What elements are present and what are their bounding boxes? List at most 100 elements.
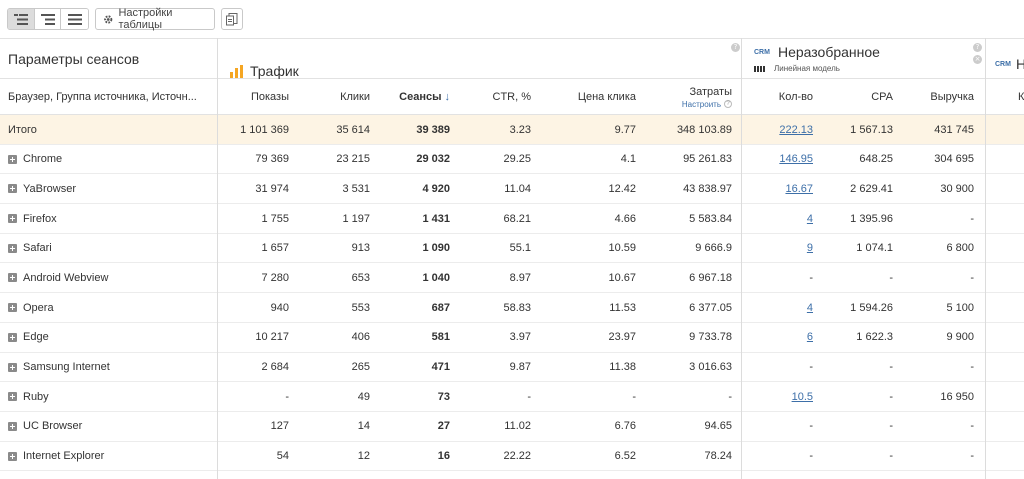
shows-cell: 54 [220, 442, 289, 471]
sessions-column-label: Сеансы [399, 91, 442, 103]
clicks-cell: 3 531 [289, 174, 370, 203]
ctr-cell: 9.87 [450, 353, 531, 382]
expand-plus-icon[interactable] [8, 303, 17, 313]
flat-list-icon [67, 13, 82, 25]
shows-value: 31 974 [255, 182, 289, 195]
traffic-help-icon[interactable]: ? [731, 43, 740, 52]
qty-cell[interactable]: 16.67 [744, 174, 813, 203]
expand-plus-icon[interactable] [8, 451, 17, 461]
qty-cell: - [744, 353, 813, 382]
table-row[interactable]: Ruby -49 73- - -10.5-16 950 [0, 382, 1024, 412]
revenue-cell: 16 950 [893, 382, 974, 411]
expand-plus-icon[interactable] [8, 273, 17, 283]
cpc-cell: 4.1 [531, 145, 636, 174]
cpa-value: 2 629.41 [850, 182, 893, 195]
table-row[interactable]: Internet Explorer 54 12 16 22.22 6.52 78.24- - - [0, 442, 1024, 472]
table-settings-button[interactable]: Настройки таблицы [95, 7, 215, 31]
shows-cell: 7 280 [220, 263, 289, 292]
attribution-model-line[interactable]: Линейная модель [754, 64, 982, 73]
table-row[interactable]: UC Browser 127 14 27 11.02 6.76 94.65- - - [0, 412, 1024, 442]
table-row[interactable]: Chrome 79 369 23 215 29 032 29.25 4.1 95 261.8… [0, 145, 1024, 175]
expand-plus-icon[interactable] [8, 421, 17, 431]
next-column-header[interactable]: К [1018, 79, 1024, 115]
revenue-cell: 5 100 [893, 293, 974, 322]
export-button[interactable] [221, 8, 243, 30]
dims-column-header[interactable]: Браузер, Группа источника, Источн... [8, 79, 208, 115]
attribution-model-icon [754, 65, 765, 72]
cost-value: - [728, 390, 732, 403]
cost-help-icon[interactable]: ? [724, 100, 732, 108]
ctr-cell: 22.22 [450, 442, 531, 471]
qty-cell[interactable]: 146.95 [744, 145, 813, 174]
ctr-value: 58.83 [503, 301, 531, 314]
ctr-cell: 11.04 [450, 174, 531, 203]
qty-value[interactable]: 146.95 [779, 153, 813, 165]
cost-configure-link[interactable]: Настроить [682, 100, 721, 109]
flat-view-button[interactable] [61, 9, 88, 29]
clicks-value: 553 [351, 301, 370, 314]
indent-view-button[interactable] [34, 9, 62, 29]
total-row[interactable]: Итого 1 101 369 35 614 39 389 3.23 9.77 348 10… [0, 115, 1024, 145]
shows-value: 7 280 [261, 271, 289, 284]
clicks-value: 12 [357, 450, 370, 463]
cost-value: 6 967.18 [689, 271, 732, 284]
table-row[interactable]: Opera 940 553 687 58.83 11.53 6 377.05 4 1 594.2… [0, 293, 1024, 323]
next-crm-badge: CRM [995, 60, 1011, 68]
expand-plus-icon[interactable] [8, 243, 17, 253]
qty-value[interactable]: 10.5 [792, 391, 813, 403]
ctr-column-header[interactable]: CTR, % [450, 79, 532, 115]
revenue-column-header[interactable]: Выручка [893, 79, 974, 115]
qty-cell[interactable]: 4 [744, 293, 813, 322]
revenue-value: 30 900 [940, 182, 974, 195]
crm-badge: CRM [754, 48, 770, 56]
revenue-cell: - [893, 204, 974, 233]
sessions-value: 1 090 [422, 242, 450, 255]
table-row[interactable]: YaBrowser 31 974 3 531 4 920 11.04 12.42 43 83… [0, 174, 1024, 205]
table-row[interactable]: Samsung Internet 2 684 265 471 9.87 11.38 3 01… [0, 353, 1024, 383]
expand-plus-icon[interactable] [8, 154, 17, 164]
ctr-column-label: CTR, % [492, 91, 532, 103]
unsorted-help-icon[interactable]: ? [973, 43, 982, 52]
cost-value: 348 103.89 [676, 123, 732, 136]
cpc-value: 4.1 [620, 153, 636, 166]
unsorted-group-header: CRM Неразобранное Линейная модель [754, 44, 982, 84]
qty-column-header[interactable]: Кол-во [744, 79, 813, 115]
revenue-value: 5 100 [946, 301, 974, 314]
cost-cell: 78.24 [636, 442, 732, 471]
cpc-value: 12.42 [608, 182, 636, 195]
expand-plus-icon[interactable] [8, 392, 17, 402]
expand-plus-icon[interactable] [8, 332, 17, 342]
qty-value[interactable]: 222.13 [779, 124, 813, 136]
cpa-column-header[interactable]: CPA [813, 79, 893, 115]
expand-plus-icon[interactable] [8, 214, 17, 224]
sessions-column-header[interactable]: Сеансы ↓ [370, 79, 450, 115]
qty-cell[interactable]: 4 [744, 204, 813, 233]
cost-value: 9 733.78 [689, 331, 732, 344]
shows-value: 79 369 [255, 153, 289, 166]
qty-cell[interactable]: 10.5 [744, 382, 813, 411]
qty-value[interactable]: 16.67 [785, 183, 813, 195]
cost-configure[interactable]: Настроить ? [682, 100, 732, 109]
group-header-row: Параметры сеансов Трафик ? CRM Неразобра… [0, 38, 1024, 79]
unsorted-close-icon[interactable]: × [973, 55, 982, 64]
table-row[interactable]: Android Webview 7 280 653 1 040 8.97 10.67 6 9… [0, 263, 1024, 294]
qty-cell[interactable]: 6 [744, 323, 813, 352]
table-row[interactable]: Firefox 1 755 1 197 1 431 68.21 4.66 5 583.84 4… [0, 204, 1024, 234]
expand-plus-icon[interactable] [8, 184, 17, 194]
table-row[interactable]: Edge 10 217 406 581 3.97 23.97 9 733.78 6 1 622.… [0, 323, 1024, 353]
cost-column-header[interactable]: Затраты Настроить ? [636, 79, 732, 115]
qty-cell[interactable]: 222.13 [744, 115, 813, 144]
shows-column-header[interactable]: Показы [220, 79, 289, 115]
table-row[interactable]: Safari 1 657 913 1 090 55.1 10.59 9 666.9 9 1 07… [0, 234, 1024, 264]
next-group-header: CRM Н [995, 44, 1024, 84]
sessions-value: 1 431 [422, 212, 450, 225]
revenue-value: - [970, 450, 974, 463]
sessions-cell: 73 [370, 382, 450, 411]
cpc-column-header[interactable]: Цена клика [531, 79, 636, 115]
qty-cell[interactable]: 9 [744, 234, 813, 263]
unsorted-group-title: Неразобранное [777, 44, 880, 60]
expand-plus-icon[interactable] [8, 362, 17, 372]
cost-cell: 43 838.97 [636, 174, 732, 203]
clicks-column-header[interactable]: Клики [289, 79, 370, 115]
tree-view-button[interactable] [8, 9, 35, 29]
